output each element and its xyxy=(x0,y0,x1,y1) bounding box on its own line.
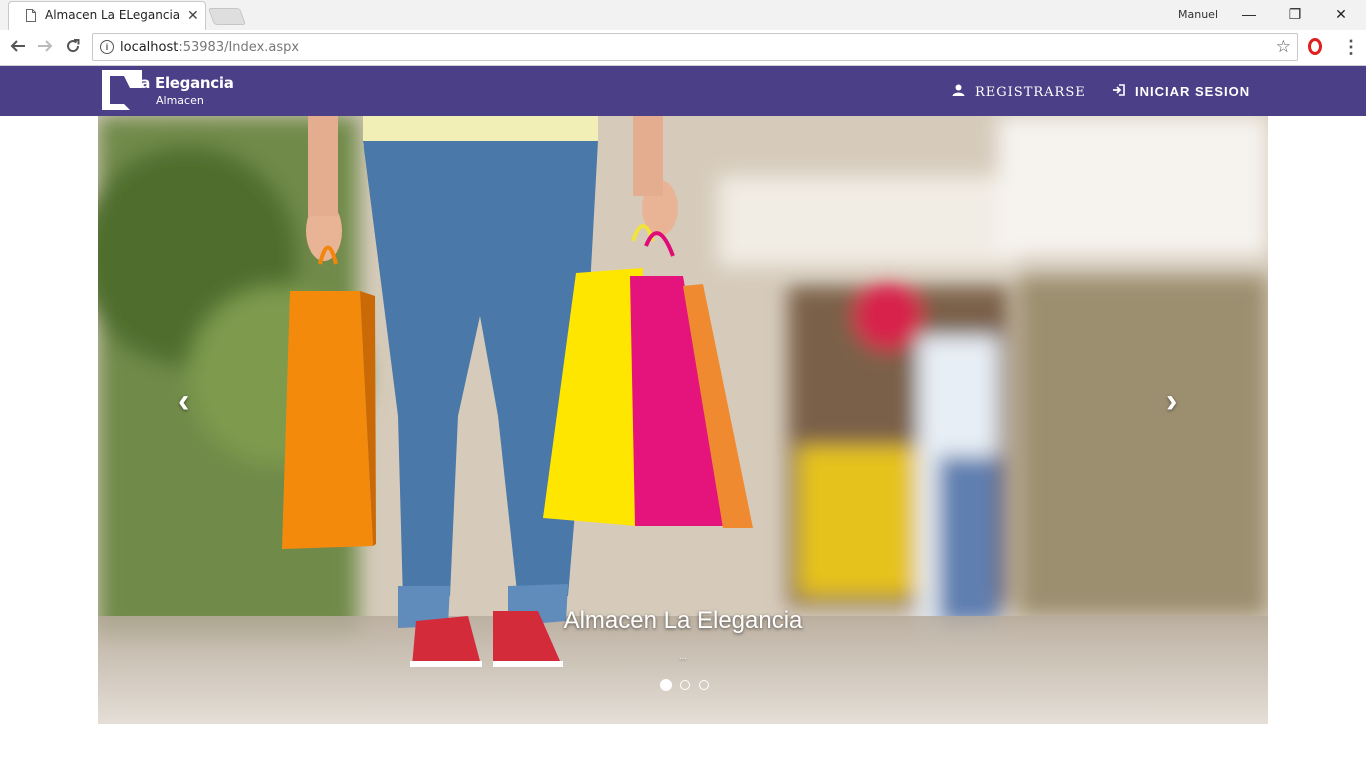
carousel-indicator-3[interactable] xyxy=(698,680,709,690)
menu-icon[interactable]: ⋮ xyxy=(1342,37,1360,57)
back-icon[interactable] xyxy=(7,37,29,59)
tab-close-icon[interactable]: ✕ xyxy=(187,8,199,22)
brand-title[interactable]: La Elegancia xyxy=(131,74,234,92)
carousel-subcaption: ... xyxy=(678,651,688,662)
browser-toolbar: i localhost:53983/Index.aspx ☆ ⋮ xyxy=(0,30,1366,66)
url-text[interactable]: localhost:53983/Index.aspx xyxy=(120,40,299,55)
close-window-button[interactable]: ✕ xyxy=(1318,2,1364,28)
browser-tabstrip: Almacen La ELegancia ✕ Manuel — ❐ ✕ xyxy=(0,0,1366,30)
brand-subtitle: Almacen xyxy=(156,94,204,107)
carousel-caption: Almacen La Elegancia xyxy=(563,607,803,634)
login-link[interactable]: INICIAR SESION xyxy=(1112,84,1250,99)
carousel-prev-icon[interactable]: ‹ xyxy=(178,384,189,418)
reload-icon[interactable] xyxy=(62,37,84,59)
site-navbar: La Elegancia Almacen REGISTRARSE INICIAR… xyxy=(0,66,1366,116)
login-icon xyxy=(1112,84,1125,99)
profile-name[interactable]: Manuel xyxy=(1178,8,1218,21)
page-icon xyxy=(26,9,36,22)
new-tab-button[interactable] xyxy=(207,8,247,25)
carousel-indicators xyxy=(660,677,713,695)
login-label: INICIAR SESION xyxy=(1135,84,1251,99)
forward-icon[interactable] xyxy=(34,37,56,59)
maximize-button[interactable]: ❐ xyxy=(1272,2,1318,28)
address-bar[interactable]: i localhost:53983/Index.aspx ☆ xyxy=(92,33,1298,61)
carousel-next-icon[interactable]: › xyxy=(1166,384,1177,418)
browser-tab[interactable]: Almacen La ELegancia ✕ xyxy=(8,1,206,30)
register-link[interactable]: REGISTRARSE xyxy=(952,84,1086,100)
user-icon xyxy=(952,84,965,100)
carousel-indicator-2[interactable] xyxy=(680,680,691,690)
register-label: REGISTRARSE xyxy=(975,85,1086,100)
info-icon[interactable]: i xyxy=(100,40,114,54)
star-icon[interactable]: ☆ xyxy=(1276,37,1291,57)
carousel-indicator-1[interactable] xyxy=(660,679,672,691)
minimize-button[interactable]: — xyxy=(1226,2,1272,28)
hero-carousel: ‹ › Almacen La Elegancia ... xyxy=(98,116,1268,724)
tab-title: Almacen La ELegancia xyxy=(45,8,181,22)
opera-icon[interactable] xyxy=(1308,38,1322,55)
